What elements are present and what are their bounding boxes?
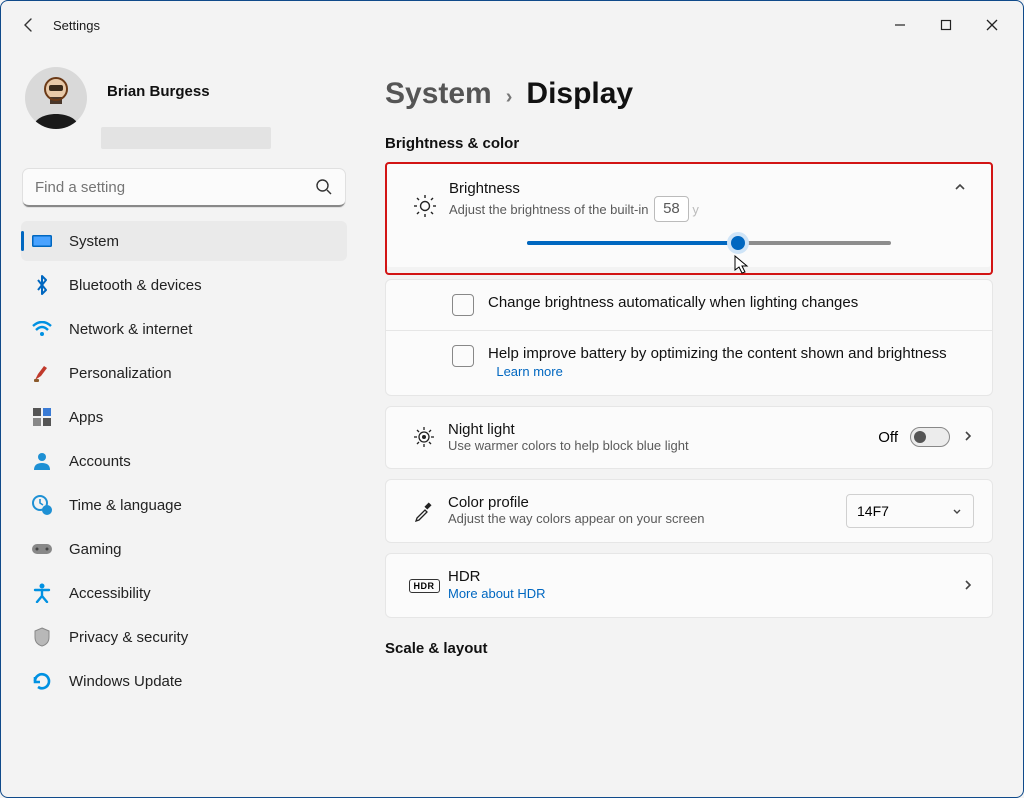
nav-label: Privacy & security <box>69 629 188 646</box>
titlebar: Settings <box>1 1 1023 49</box>
brightness-subtitle: Adjust the brightness of the built-in <box>449 202 648 217</box>
night-light-state: Off <box>878 429 898 446</box>
chevron-down-icon <box>951 505 963 517</box>
night-light-toggle[interactable] <box>910 427 950 447</box>
hdr-card[interactable]: HDR HDR More about HDR <box>385 553 993 618</box>
brightness-title: Brightness <box>449 180 949 197</box>
paintbrush-icon <box>31 362 53 384</box>
brightness-subtitle-cut: y <box>692 202 699 217</box>
nav-item-privacy[interactable]: Privacy & security <box>21 617 347 657</box>
battery-optimize-label: Help improve battery by optimizing the c… <box>488 345 947 362</box>
chevron-right-icon[interactable] <box>962 578 974 594</box>
close-button[interactable] <box>969 9 1015 41</box>
update-icon <box>31 670 53 692</box>
nav-label: Network & internet <box>69 321 192 338</box>
nav-label: Apps <box>69 409 103 426</box>
nav-item-apps[interactable]: Apps <box>21 397 347 437</box>
nav-item-time-language[interactable]: Time & language <box>21 485 347 525</box>
nav-item-windows-update[interactable]: Windows Update <box>21 661 347 701</box>
nav-label: Personalization <box>69 365 172 382</box>
nav-label: Gaming <box>69 541 122 558</box>
nav-item-network[interactable]: Network & internet <box>21 309 347 349</box>
color-profile-value: 14F7 <box>857 503 889 519</box>
nav-list: System Bluetooth & devices Network & int… <box>19 221 349 701</box>
brightness-value-tooltip: 58 <box>654 196 689 222</box>
night-light-subtitle: Use warmer colors to help block blue lig… <box>448 438 708 455</box>
section-scale-layout: Scale & layout <box>385 640 993 657</box>
hdr-title: HDR <box>448 568 958 585</box>
hdr-icon: HDR <box>404 579 444 593</box>
avatar <box>25 67 87 129</box>
chevron-right-icon: › <box>506 86 513 109</box>
hdr-link[interactable]: More about HDR <box>448 586 546 601</box>
minimize-button[interactable] <box>877 9 923 41</box>
nav-item-accounts[interactable]: Accounts <box>21 441 347 481</box>
auto-brightness-label: Change brightness automatically when lig… <box>488 294 970 311</box>
main-content: System › Display Brightness & color Brig… <box>361 49 1023 797</box>
user-profile[interactable]: Brian Burgess <box>25 67 349 129</box>
brightness-card-highlighted: Brightness Adjust the brightness of the … <box>385 162 993 275</box>
battery-optimize-checkbox[interactable] <box>452 345 474 367</box>
night-light-icon <box>404 425 444 449</box>
nav-item-accessibility[interactable]: Accessibility <box>21 573 347 613</box>
window-title: Settings <box>53 18 100 33</box>
nav-label: Accessibility <box>69 585 151 602</box>
apps-icon <box>31 406 53 428</box>
chevron-right-icon[interactable] <box>962 429 974 445</box>
gamepad-icon <box>31 538 53 560</box>
system-icon <box>31 230 53 252</box>
wifi-icon <box>31 318 53 340</box>
battery-optimize-row[interactable]: Help improve battery by optimizing the c… <box>386 330 992 395</box>
user-name: Brian Burgess <box>107 83 210 100</box>
nav-item-bluetooth[interactable]: Bluetooth & devices <box>21 265 347 305</box>
nav-label: Windows Update <box>69 673 182 690</box>
cursor-icon <box>734 255 750 280</box>
color-profile-title: Color profile <box>448 494 842 511</box>
back-button[interactable] <box>9 5 49 45</box>
sun-icon <box>405 194 445 218</box>
sidebar: Brian Burgess System Bluetooth & devices… <box>1 49 361 797</box>
nav-label: Bluetooth & devices <box>69 277 202 294</box>
search-icon <box>315 178 333 201</box>
brightness-options: Change brightness automatically when lig… <box>385 279 993 396</box>
nav-label: Time & language <box>69 497 182 514</box>
brightness-slider[interactable] <box>527 241 891 245</box>
color-profile-dropdown[interactable]: 14F7 <box>846 494 974 528</box>
nav-item-gaming[interactable]: Gaming <box>21 529 347 569</box>
page-title: Display <box>526 77 633 111</box>
eyedropper-icon <box>404 500 444 522</box>
night-light-title: Night light <box>448 421 874 438</box>
nav-label: System <box>69 233 119 250</box>
user-email-redacted <box>101 127 271 149</box>
night-light-card[interactable]: Night light Use warmer colors to help bl… <box>385 406 993 470</box>
maximize-button[interactable] <box>923 9 969 41</box>
nav-item-personalization[interactable]: Personalization <box>21 353 347 393</box>
clock-globe-icon <box>31 494 53 516</box>
breadcrumb-parent[interactable]: System <box>385 77 492 111</box>
search-box <box>23 169 345 207</box>
search-input[interactable] <box>23 169 345 207</box>
nav-item-system[interactable]: System <box>21 221 347 261</box>
nav-label: Accounts <box>69 453 131 470</box>
accessibility-icon <box>31 582 53 604</box>
collapse-button[interactable] <box>953 180 973 197</box>
shield-icon <box>31 626 53 648</box>
auto-brightness-checkbox[interactable] <box>452 294 474 316</box>
breadcrumb: System › Display <box>385 77 993 111</box>
learn-more-link[interactable]: Learn more <box>496 364 562 379</box>
color-profile-card[interactable]: Color profile Adjust the way colors appe… <box>385 479 993 543</box>
section-brightness-color: Brightness & color <box>385 135 993 152</box>
auto-brightness-row[interactable]: Change brightness automatically when lig… <box>386 280 992 330</box>
color-profile-subtitle: Adjust the way colors appear on your scr… <box>448 511 842 528</box>
bluetooth-icon <box>31 274 53 296</box>
person-icon <box>31 450 53 472</box>
